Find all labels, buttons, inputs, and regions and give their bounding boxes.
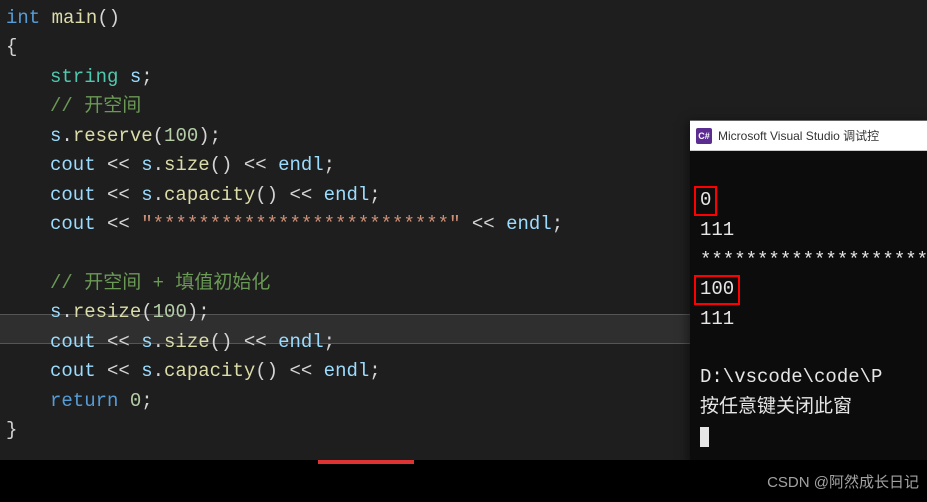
console-line-5: 111 bbox=[700, 308, 734, 330]
code-line-3: string s; bbox=[6, 63, 700, 92]
console-line-2: 111 bbox=[700, 219, 734, 241]
code-line-13: cout << s.capacity() << endl; bbox=[6, 357, 700, 386]
code-editor[interactable]: int main() { string s; // 开空间 s.reserve(… bbox=[0, 0, 700, 460]
code-line-11: s.resize(100); bbox=[6, 298, 700, 327]
console-line-6: D:\vscode\code\P bbox=[700, 366, 882, 388]
fn-main: main bbox=[52, 7, 98, 29]
code-line-blank bbox=[6, 240, 700, 269]
code-line-6: cout << s.size() << endl; bbox=[6, 151, 700, 180]
code-line-12: cout << s.size() << endl; bbox=[6, 328, 700, 357]
code-line-5: s.reserve(100); bbox=[6, 122, 700, 151]
code-line-8: cout << "**************************" << … bbox=[6, 210, 700, 239]
console-output: 0 111 ******************** 100 111 D:\vs… bbox=[690, 151, 927, 487]
console-line-7: 按任意键关闭此窗 bbox=[700, 396, 852, 418]
watermark: CSDN @阿然成长日记 bbox=[767, 471, 919, 492]
code-line-14: return 0; bbox=[6, 387, 700, 416]
console-line-3: ******************** bbox=[700, 249, 927, 271]
code-line-15: } bbox=[6, 416, 700, 445]
code-line-7: cout << s.capacity() << endl; bbox=[6, 181, 700, 210]
code-line-4: // 开空间 bbox=[6, 92, 700, 121]
highlight-box-2: 100 bbox=[694, 275, 740, 305]
code-line-10: // 开空间 + 填值初始化 bbox=[6, 269, 700, 298]
code-line-1: int main() bbox=[6, 4, 700, 33]
console-title: Microsoft Visual Studio 调试控 bbox=[718, 127, 879, 144]
console-titlebar[interactable]: C# Microsoft Visual Studio 调试控 bbox=[690, 121, 927, 151]
red-underline-indicator bbox=[318, 460, 414, 464]
debug-console-window[interactable]: C# Microsoft Visual Studio 调试控 0 111 ***… bbox=[690, 120, 927, 465]
console-cursor bbox=[700, 427, 709, 447]
bottom-bar: CSDN @阿然成长日记 bbox=[0, 460, 927, 502]
code-line-2: { bbox=[6, 33, 700, 62]
kw-int: int bbox=[6, 7, 40, 29]
